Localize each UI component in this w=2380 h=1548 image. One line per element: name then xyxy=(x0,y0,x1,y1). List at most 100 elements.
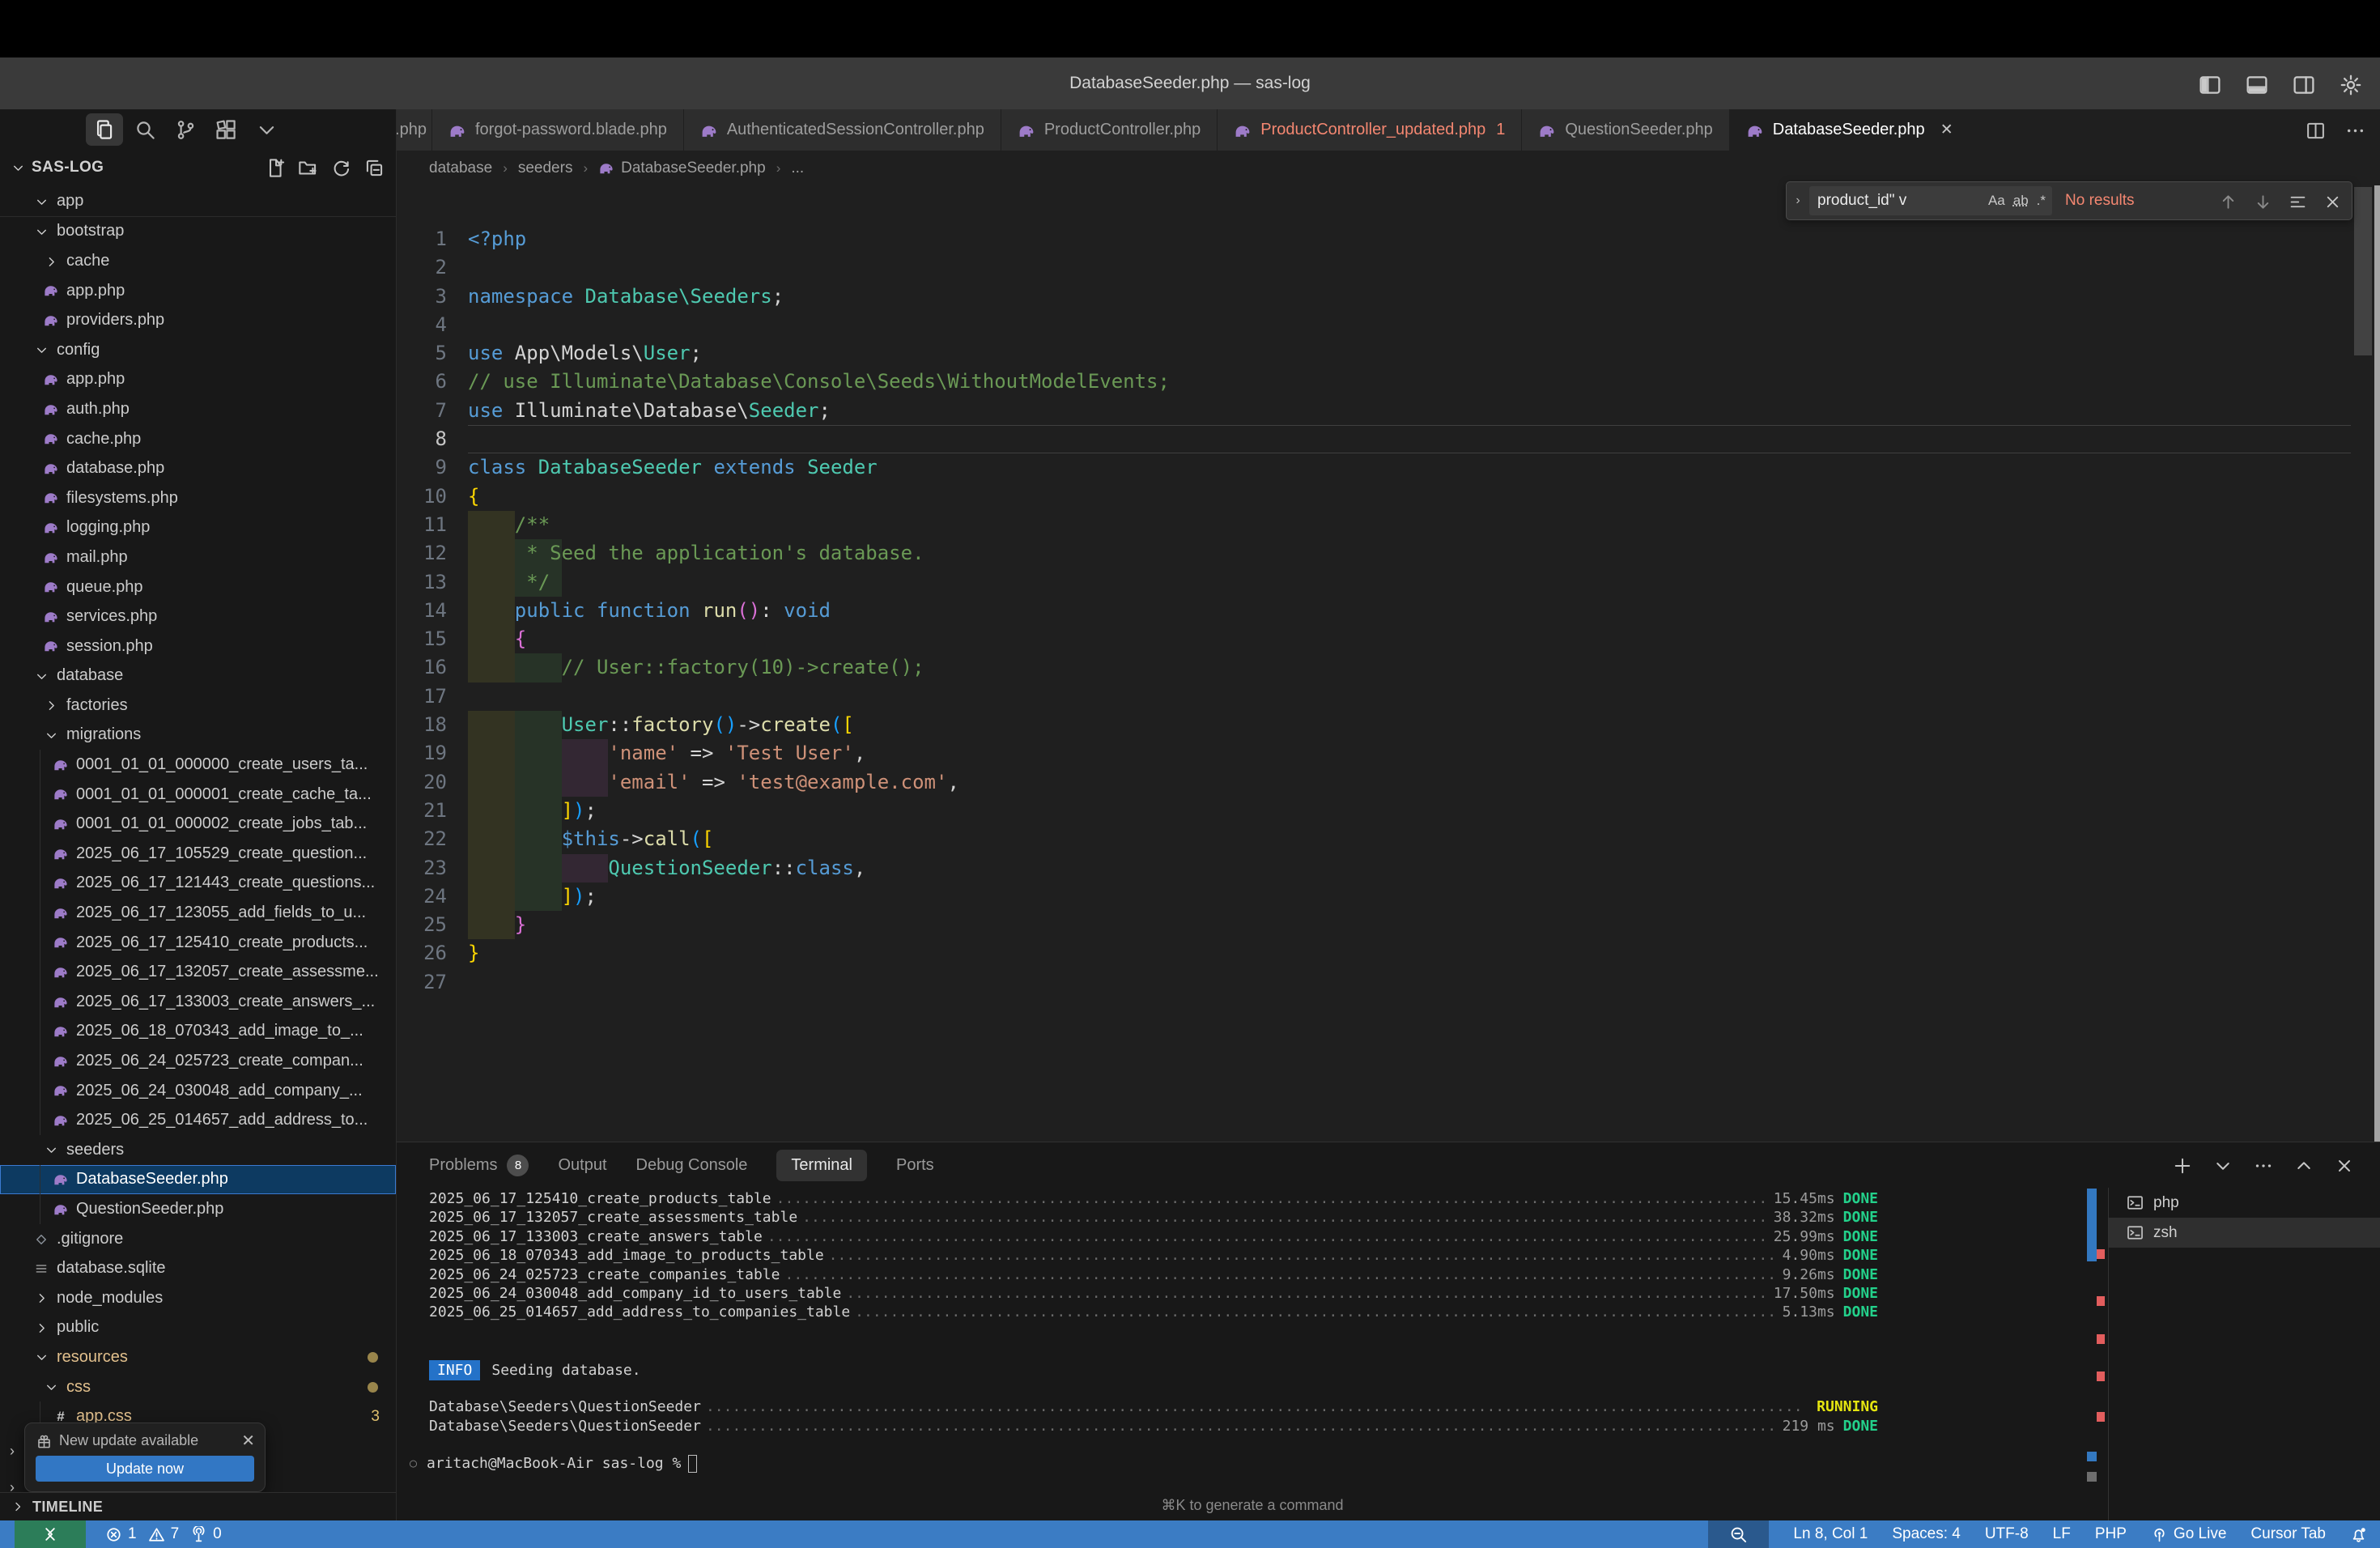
source-control-icon[interactable] xyxy=(167,113,204,146)
plus-icon[interactable] xyxy=(2173,1154,2192,1176)
tree-item-app.php[interactable]: app.php xyxy=(0,365,396,395)
tree-item-.gitignore[interactable]: .gitignore xyxy=(0,1224,396,1254)
status-go-live[interactable]: Go Live xyxy=(2151,1525,2226,1543)
tree-item-filesystems.php[interactable]: filesystems.php xyxy=(0,483,396,513)
find-input[interactable]: product_id" v Aa ab .* xyxy=(1809,186,2052,215)
tree-item-app[interactable]: app xyxy=(0,187,396,217)
status-warning[interactable]: 7 xyxy=(148,1525,180,1543)
tree-item-database.sqlite[interactable]: database.sqlite xyxy=(0,1253,396,1283)
code-editor[interactable]: 1<?php23namespace Database\Seeders;45use… xyxy=(397,185,2380,1142)
tab-forgot-password.blade.php[interactable]: forgot-password.blade.php xyxy=(432,109,684,151)
panel-tab-output[interactable]: Output xyxy=(558,1156,606,1175)
search-icon[interactable] xyxy=(126,113,164,146)
tree-item-css[interactable]: css xyxy=(0,1372,396,1402)
tree-item-0001-01-01-000002-create-jobs-tab...[interactable]: 0001_01_01_000002_create_jobs_tab... xyxy=(0,809,396,839)
chevron-down-icon[interactable] xyxy=(248,113,285,146)
tree-item-databaseseeder.php[interactable]: DatabaseSeeder.php xyxy=(0,1165,396,1195)
status-spaces-4[interactable]: Spaces: 4 xyxy=(1892,1525,1961,1543)
tree-item-bootstrap[interactable]: bootstrap xyxy=(0,217,396,247)
panel-tab-debug-console[interactable]: Debug Console xyxy=(636,1156,748,1175)
tab-productcontroller.php[interactable]: ProductController.php xyxy=(1001,109,1218,151)
tree-item-2025-06-25-014657-add-address-to...[interactable]: 2025_06_25_014657_add_address_to... xyxy=(0,1105,396,1135)
close-icon[interactable]: ✕ xyxy=(241,1431,255,1451)
remote-indicator[interactable] xyxy=(15,1520,86,1548)
extensions-icon[interactable] xyxy=(207,113,244,146)
tree-item-factories[interactable]: factories xyxy=(0,691,396,721)
kebab-icon[interactable] xyxy=(2254,1154,2273,1176)
tree-item-providers.php[interactable]: providers.php xyxy=(0,305,396,335)
breadcrumb-item[interactable]: seeders xyxy=(518,159,573,177)
status-cursor-tab[interactable]: Cursor Tab xyxy=(2250,1525,2326,1543)
tree-item-0001-01-01-000000-create-users-ta...[interactable]: 0001_01_01_000000_create_users_ta... xyxy=(0,750,396,780)
chevron-down-icon[interactable] xyxy=(2213,1154,2233,1176)
status-utf-8[interactable]: UTF-8 xyxy=(1985,1525,2029,1543)
split-editor-icon[interactable] xyxy=(2306,118,2326,142)
status-ln-8-col-1[interactable]: Ln 8, Col 1 xyxy=(1793,1525,1868,1543)
panel-tab-ports[interactable]: Ports xyxy=(896,1156,934,1175)
regex-toggle[interactable]: .* xyxy=(2037,193,2046,209)
close-icon[interactable] xyxy=(2323,190,2342,212)
status-tower[interactable]: 0 xyxy=(190,1525,222,1543)
tree-item-services.php[interactable]: services.php xyxy=(0,602,396,632)
layout-sidebar-left-icon[interactable] xyxy=(2199,70,2221,96)
tree-item-auth.php[interactable]: auth.php xyxy=(0,394,396,424)
tree-item-app.php[interactable]: app.php xyxy=(0,276,396,306)
breadcrumb-item[interactable]: DatabaseSeeder.php xyxy=(598,159,766,177)
previous-match-icon[interactable] xyxy=(2219,190,2238,212)
chevron-right-icon[interactable]: › xyxy=(1787,194,1809,208)
explorer-header[interactable]: SAS-LOG xyxy=(0,150,396,185)
tree-item-0001-01-01-000001-create-cache-ta...[interactable]: 0001_01_01_000001_create_cache_ta... xyxy=(0,780,396,810)
new-folder-icon[interactable] xyxy=(298,155,318,179)
settings-gear-icon[interactable] xyxy=(2340,70,2362,96)
tree-item-questionseeder.php[interactable]: QuestionSeeder.php xyxy=(0,1194,396,1224)
tree-item-2025-06-17-121443-create-questions...[interactable]: 2025_06_17_121443_create_questions... xyxy=(0,869,396,899)
tab-questionseeder.php[interactable]: QuestionSeeder.php xyxy=(1522,109,1729,151)
editor-scrollbar[interactable] xyxy=(2354,187,2372,355)
status-php[interactable]: PHP xyxy=(2095,1525,2127,1543)
panel-tab-terminal[interactable]: Terminal xyxy=(776,1150,867,1181)
terminal-item-php[interactable]: php xyxy=(2109,1188,2380,1218)
layout-sidebar-right-icon[interactable] xyxy=(2293,70,2315,96)
terminal-scrollbar[interactable] xyxy=(2087,1189,2097,1261)
whole-word-toggle[interactable]: ab xyxy=(2013,193,2029,209)
tree-item-logging.php[interactable]: logging.php xyxy=(0,513,396,543)
tree-item-public[interactable]: public xyxy=(0,1313,396,1343)
tree-item-2025-06-24-030048-add-company-...[interactable]: 2025_06_24_030048_add_company_... xyxy=(0,1076,396,1106)
tree-item-resources[interactable]: resources xyxy=(0,1342,396,1372)
tab-b.php[interactable]: b.php xyxy=(397,109,432,151)
close-icon[interactable] xyxy=(2335,1154,2354,1176)
tree-item-2025-06-17-123055-add-fields-to-u...[interactable]: 2025_06_17_123055_add_fields_to_u... xyxy=(0,898,396,928)
tab-productcontroller-updated.php[interactable]: ProductController_updated.php1 xyxy=(1218,109,1522,151)
kebab-icon[interactable] xyxy=(2345,118,2365,142)
breadcrumb-item[interactable]: database xyxy=(429,159,492,177)
tree-item-mail.php[interactable]: mail.php xyxy=(0,542,396,572)
tree-item-cache[interactable]: cache xyxy=(0,246,396,276)
timeline-section[interactable]: TIMELINE xyxy=(0,1492,396,1520)
match-case-toggle[interactable]: Aa xyxy=(1988,193,2005,209)
next-match-icon[interactable] xyxy=(2254,190,2272,212)
terminal-item-zsh[interactable]: zsh xyxy=(2109,1218,2380,1248)
tab-databaseseeder.php[interactable]: DatabaseSeeder.php✕ xyxy=(1730,109,1970,151)
tree-item-migrations[interactable]: migrations xyxy=(0,721,396,751)
tree-item-cache.php[interactable]: cache.php xyxy=(0,424,396,454)
layout-panel-icon[interactable] xyxy=(2246,70,2268,96)
status-lf[interactable]: LF xyxy=(2053,1525,2071,1543)
chevron-up-icon[interactable] xyxy=(2294,1154,2314,1176)
breadcrumb-item[interactable]: ... xyxy=(791,159,804,177)
tree-item-2025-06-17-105529-create-question...[interactable]: 2025_06_17_105529_create_question... xyxy=(0,839,396,869)
collapse-all-icon[interactable] xyxy=(364,155,385,179)
status-error[interactable]: 1 xyxy=(105,1525,137,1543)
status-bell[interactable] xyxy=(2350,1526,2367,1543)
tab-authenticatedsessioncontroller.php[interactable]: AuthenticatedSessionController.php xyxy=(684,109,1001,151)
update-now-button[interactable]: Update now xyxy=(36,1456,254,1482)
tree-item-node-modules[interactable]: node_modules xyxy=(0,1283,396,1313)
tree-item-2025-06-24-025723-create-compan...[interactable]: 2025_06_24_025723_create_compan... xyxy=(0,1046,396,1076)
terminal-prompt[interactable]: ○aritach@MacBook-Air sas-log % xyxy=(429,1454,1878,1473)
tree-item-queue.php[interactable]: queue.php xyxy=(0,572,396,602)
tree-item-2025-06-17-125410-create-products...[interactable]: 2025_06_17_125410_create_products... xyxy=(0,928,396,958)
terminal-output[interactable]: 2025_06_17_125410_create_products_table.… xyxy=(429,1189,1878,1474)
tree-item-session.php[interactable]: session.php xyxy=(0,632,396,661)
tree-item-database.php[interactable]: database.php xyxy=(0,453,396,483)
find-in-selection-icon[interactable] xyxy=(2289,190,2307,212)
tree-item-database[interactable]: database xyxy=(0,661,396,691)
